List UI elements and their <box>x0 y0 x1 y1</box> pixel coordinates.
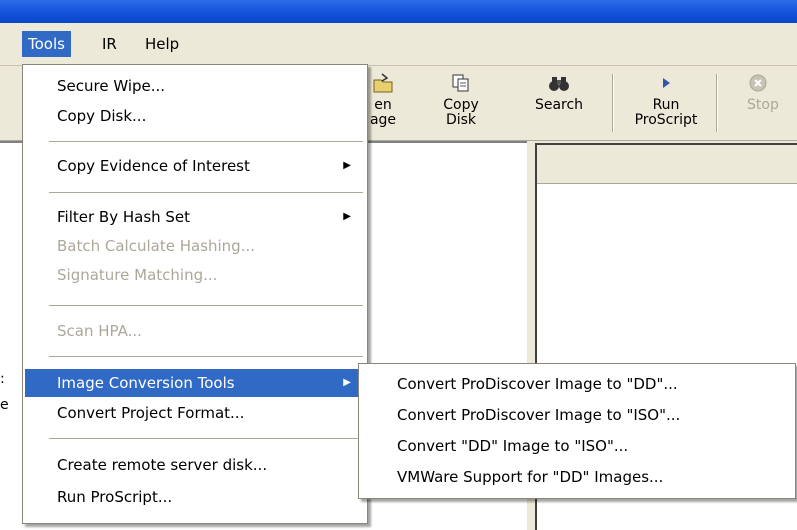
menu-item-batch-hashing[interactable]: Batch Calculate Hashing... <box>25 232 365 260</box>
menu-item-secure-wipe[interactable]: Secure Wipe... <box>25 72 365 100</box>
menu-item-run-proscript[interactable]: Run ProScript... <box>25 483 365 511</box>
submenu-item-dd-to-iso[interactable]: Convert "DD" Image to "ISO"... <box>361 432 793 460</box>
menu-item-create-remote-server-disk[interactable]: Create remote server disk... <box>25 451 365 479</box>
menu-bar: Tools IR Help <box>0 23 797 66</box>
menu-tools[interactable]: Tools <box>22 31 71 57</box>
menu-separator <box>49 356 363 357</box>
menu-item-filter-hash-set[interactable]: Filter By Hash Set ▶ <box>25 203 365 231</box>
clipped-text: : <box>0 371 5 387</box>
submenu-item-vmware-dd-support[interactable]: VMWare Support for "DD" Images... <box>361 463 793 491</box>
right-pane-header <box>537 145 797 184</box>
submenu-arrow-icon: ▶ <box>343 160 351 171</box>
submenu-arrow-icon: ▶ <box>343 377 351 388</box>
submenu-item-prodiscover-to-dd[interactable]: Convert ProDiscover Image to "DD"... <box>361 370 793 398</box>
copy-disk-icon <box>432 72 490 94</box>
menu-item-image-conversion-tools[interactable]: Image Conversion Tools ▶ <box>25 369 365 397</box>
menu-item-signature-matching[interactable]: Signature Matching... <box>25 261 365 289</box>
menu-separator <box>49 141 363 142</box>
run-proscript-button[interactable]: Run ProScript <box>626 72 706 136</box>
search-binoculars-icon <box>520 72 598 94</box>
menu-separator <box>49 305 363 306</box>
stop-button[interactable]: Stop <box>747 72 797 136</box>
tools-menu: Secure Wipe... Copy Disk... Copy Evidenc… <box>22 64 368 524</box>
toolbar-separator <box>716 74 718 132</box>
menu-separator <box>49 192 363 193</box>
run-script-icon <box>626 72 706 94</box>
image-conversion-submenu: Convert ProDiscover Image to "DD"... Con… <box>358 363 796 499</box>
submenu-item-prodiscover-to-iso[interactable]: Convert ProDiscover Image to "ISO"... <box>361 401 793 429</box>
menu-item-copy-evidence[interactable]: Copy Evidence of Interest ▶ <box>25 152 365 180</box>
clipped-text: e <box>0 397 9 413</box>
menu-item-convert-project-format[interactable]: Convert Project Format... <box>25 399 365 427</box>
menu-item-copy-disk[interactable]: Copy Disk... <box>25 102 365 130</box>
menu-ir[interactable]: IR <box>96 31 123 57</box>
toolbar-separator <box>612 74 614 132</box>
stop-icon <box>747 72 797 94</box>
menu-help[interactable]: Help <box>139 31 185 57</box>
copy-disk-button[interactable]: Copy Disk <box>432 72 490 136</box>
submenu-arrow-icon: ▶ <box>343 211 351 222</box>
search-button[interactable]: Search <box>520 72 598 136</box>
title-bar <box>0 0 797 23</box>
menu-item-scan-hpa[interactable]: Scan HPA... <box>25 317 365 345</box>
menu-separator <box>49 438 363 439</box>
